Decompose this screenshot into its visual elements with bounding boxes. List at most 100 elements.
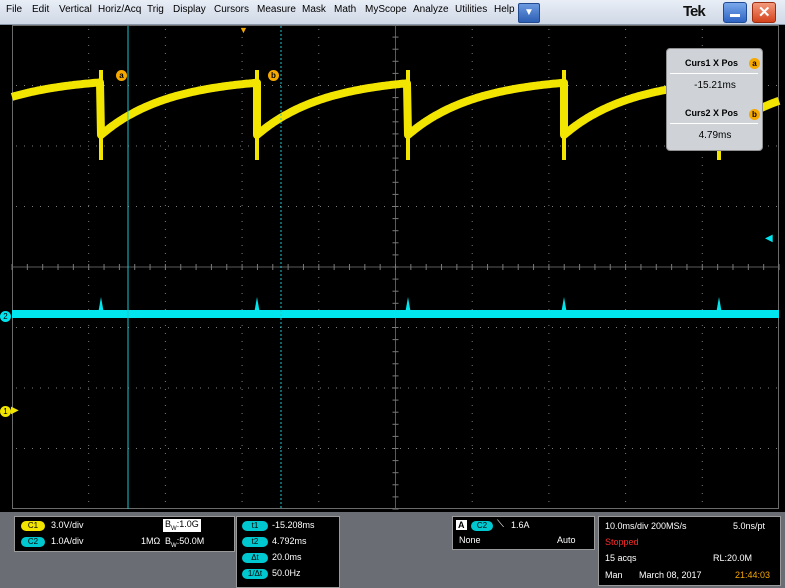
grid-dot xyxy=(471,397,473,398)
grid-dot xyxy=(88,429,90,430)
grid-dot xyxy=(472,85,473,86)
grid-dot xyxy=(88,301,90,302)
menu-cursors[interactable]: Cursors xyxy=(214,4,249,15)
grid-dot xyxy=(344,387,345,389)
grid-dot xyxy=(318,277,320,278)
acquisition-status[interactable]: Stopped xyxy=(605,537,639,547)
grid-dot xyxy=(72,206,73,207)
grid-dot xyxy=(318,197,320,198)
acquisition-panel[interactable]: 10.0ms/div 200MS/s 5.0ns/pt Stopped 15 a… xyxy=(598,516,781,586)
grid-dot xyxy=(241,45,243,46)
grid-dot xyxy=(624,206,625,207)
grid-dot xyxy=(272,206,273,207)
menu-analyze[interactable]: Analyze xyxy=(413,4,449,15)
grid-dot xyxy=(548,349,550,350)
grid-dot xyxy=(760,327,761,328)
ch2-ground-marker[interactable]: 2 xyxy=(0,311,11,322)
grid-dot xyxy=(701,461,703,462)
grid-dot xyxy=(664,327,665,328)
grid-dot xyxy=(368,327,369,328)
grid-dot xyxy=(548,141,550,142)
grid-dot xyxy=(471,477,473,478)
grid-dot xyxy=(600,206,601,207)
grid-dot xyxy=(640,448,641,449)
grid-dot xyxy=(608,387,609,389)
grid-dot xyxy=(776,327,777,328)
channel-panel[interactable]: C1 3.0V/div BW:1.0G C2 1.0A/div 1MΩ BW:5… xyxy=(14,516,235,552)
grid-dot xyxy=(241,101,243,102)
grid-dot xyxy=(224,327,225,328)
menu-math[interactable]: Math xyxy=(334,4,356,15)
grid-dot xyxy=(471,373,473,374)
menu-vertical[interactable]: Vertical xyxy=(59,4,92,15)
grid-dot xyxy=(768,85,769,86)
menu-horiz-acq[interactable]: Horiz/Acq xyxy=(98,4,141,15)
menu-display[interactable]: Display xyxy=(173,4,206,15)
cursor-readout-panel[interactable]: Curs1 X Pos a -15.21ms Curs2 X Pos b 4.7… xyxy=(666,48,763,151)
grid-dot xyxy=(152,145,153,147)
grid-dot xyxy=(592,387,593,389)
grid-dot xyxy=(318,461,320,462)
menu-myscope[interactable]: MyScope xyxy=(365,4,407,15)
menu-edit[interactable]: Edit xyxy=(32,4,49,15)
grid-dot xyxy=(432,206,433,207)
grid-dot xyxy=(288,387,289,389)
grid-dot xyxy=(548,357,550,358)
ch1-scale[interactable]: 3.0V/div xyxy=(51,520,84,530)
grid-dot xyxy=(318,357,320,358)
grid-dot xyxy=(768,387,769,389)
menu-dropdown-button[interactable]: ▼ xyxy=(518,3,540,23)
grid-dot xyxy=(318,501,320,502)
grid-dot xyxy=(318,333,320,334)
menu-help[interactable]: Help xyxy=(494,4,515,15)
grid-dot xyxy=(112,448,113,449)
grid-dot xyxy=(680,206,681,207)
grid-dot xyxy=(144,387,145,389)
ch2-badge[interactable]: C2 xyxy=(21,537,45,547)
grid-dot xyxy=(584,327,585,328)
grid-dot xyxy=(625,173,627,174)
grid-dot xyxy=(304,387,305,389)
menu-mask[interactable]: Mask xyxy=(302,4,326,15)
grid-dot xyxy=(471,77,473,78)
menu-measure[interactable]: Measure xyxy=(257,4,296,15)
trigger-position-icon[interactable]: ▼ xyxy=(239,25,248,35)
grid-dot xyxy=(318,429,320,430)
grid-dot xyxy=(318,405,320,406)
grid-dot xyxy=(600,85,601,86)
cursor-measurements-panel[interactable]: t1 -15.208ms t2 4.792ms Δt 20.0ms 1/Δt 5… xyxy=(236,516,340,588)
grid-dot xyxy=(288,145,289,147)
horizontal-scale[interactable]: 10.0ms/div 200MS/s xyxy=(605,521,687,531)
ch1-bandwidth[interactable]: BW:1.0G xyxy=(163,519,201,532)
ch1-badge[interactable]: C1 xyxy=(21,521,45,531)
grid-dot xyxy=(548,477,550,478)
grid-dot xyxy=(64,448,65,449)
ch2-bandwidth[interactable]: BW:50.0M xyxy=(165,536,204,549)
cursor-b-badge[interactable]: b xyxy=(268,70,279,81)
grid-dot xyxy=(701,477,703,478)
grid-dot xyxy=(344,85,345,86)
grid-dot xyxy=(88,357,90,358)
grid-dot xyxy=(88,413,90,414)
grid-dot xyxy=(552,387,553,389)
trigger-panel[interactable]: A C2 ⟍ 1.6A None Auto xyxy=(452,516,595,550)
menu-utilities[interactable]: Utilities xyxy=(455,4,487,15)
grid-dot xyxy=(256,448,257,449)
ch2-scale[interactable]: 1.0A/div xyxy=(51,536,84,546)
minimize-button[interactable] xyxy=(723,2,747,23)
menu-trig[interactable]: Trig xyxy=(147,4,164,15)
trigger-level-icon[interactable]: ◀ xyxy=(765,233,773,244)
ch2-spike xyxy=(254,297,260,314)
ch1-ground-marker[interactable]: 1 xyxy=(0,406,11,417)
grid-dot xyxy=(548,173,550,174)
grid-dot xyxy=(625,237,627,238)
menu-file[interactable]: File xyxy=(6,4,22,15)
grid-dot xyxy=(548,77,550,78)
grid-dot xyxy=(318,237,320,238)
cursor-a-badge[interactable]: a xyxy=(116,70,127,81)
grid-dot xyxy=(471,117,473,118)
grid-dot xyxy=(456,327,457,328)
close-button[interactable]: ✕ xyxy=(752,2,776,23)
grid-dot xyxy=(88,389,90,390)
grid-dot xyxy=(471,173,473,174)
